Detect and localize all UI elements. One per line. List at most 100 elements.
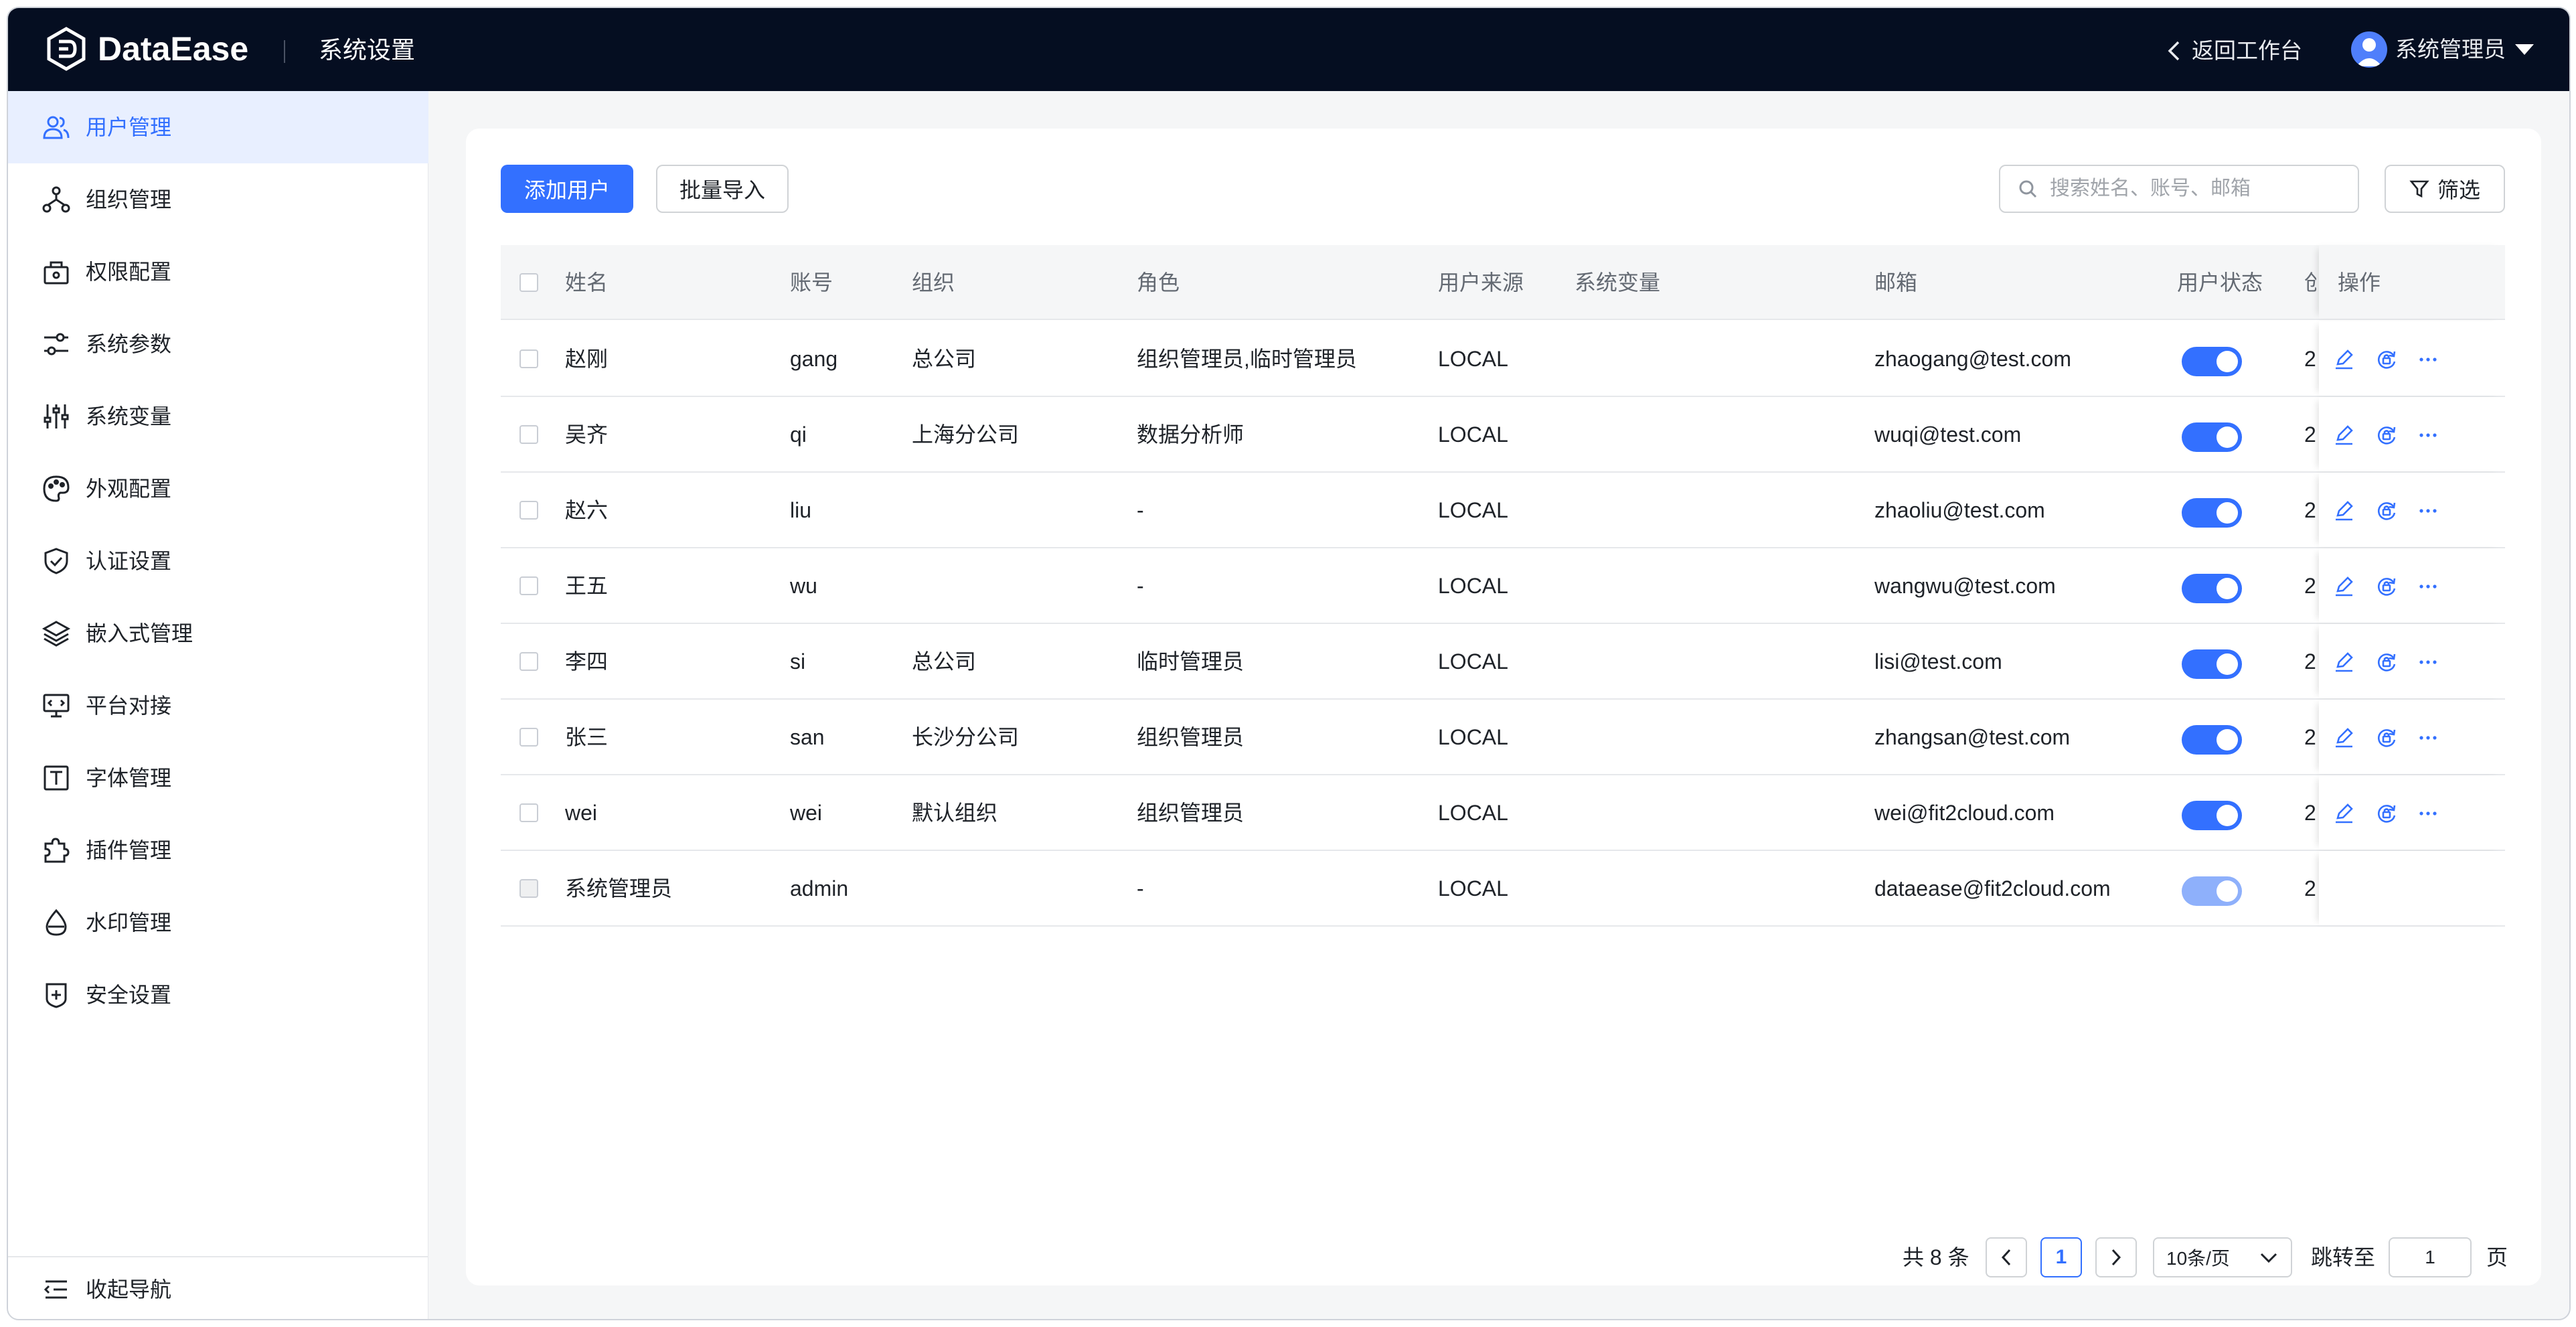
edit-icon[interactable] bbox=[2332, 726, 2355, 749]
column-header-created[interactable]: 创 bbox=[2304, 245, 2316, 320]
search-input[interactable] bbox=[2050, 177, 2344, 200]
page-size-select[interactable]: 10条/页 bbox=[2153, 1237, 2292, 1277]
actions-cell bbox=[2319, 775, 2505, 850]
column-header-org[interactable]: 组织 bbox=[912, 245, 955, 320]
cell-name: 李四 bbox=[565, 649, 609, 674]
sidebar-item-permission-config[interactable]: 权限配置 bbox=[8, 236, 428, 308]
reset-password-icon[interactable] bbox=[2375, 575, 2398, 598]
back-to-workbench-link[interactable]: 返回工作台 bbox=[2165, 35, 2302, 67]
toggle-knob bbox=[2217, 880, 2238, 902]
cell-org: 总公司 bbox=[912, 649, 977, 674]
edit-icon[interactable] bbox=[2332, 424, 2355, 447]
batch-import-button[interactable]: 批量导入 bbox=[656, 165, 789, 213]
user-status-toggle[interactable] bbox=[2182, 347, 2242, 376]
user-status-toggle[interactable] bbox=[2182, 725, 2242, 755]
user-status-toggle[interactable] bbox=[2182, 498, 2242, 528]
edit-icon[interactable] bbox=[2332, 802, 2355, 825]
jump-page-input[interactable] bbox=[2389, 1237, 2472, 1277]
sidebar-item-label: 安全设置 bbox=[86, 983, 172, 1007]
sidebar-item-watermark[interactable]: 水印管理 bbox=[8, 886, 428, 959]
cell-account: qi bbox=[790, 422, 807, 447]
sidebar-item-embedded[interactable]: 嵌入式管理 bbox=[8, 597, 428, 670]
page-number-1[interactable]: 1 bbox=[2040, 1237, 2082, 1277]
user-status-toggle[interactable] bbox=[2182, 801, 2242, 830]
column-header-role[interactable]: 角色 bbox=[1137, 245, 1180, 320]
column-header-email[interactable]: 邮箱 bbox=[1874, 245, 1917, 320]
row-checkbox[interactable] bbox=[519, 576, 538, 595]
add-user-button[interactable]: 添加用户 bbox=[501, 165, 633, 213]
toggle-knob bbox=[2217, 653, 2238, 675]
sidebar-item-label: 字体管理 bbox=[86, 766, 172, 790]
reset-password-icon[interactable] bbox=[2375, 348, 2398, 371]
brand-logo[interactable]: DataEase bbox=[44, 27, 248, 71]
sidebar-item-plugin[interactable]: 插件管理 bbox=[8, 814, 428, 886]
avatar bbox=[2351, 31, 2387, 68]
more-actions-icon[interactable] bbox=[2417, 802, 2439, 825]
user-name: 系统管理员 bbox=[2395, 37, 2506, 62]
user-status-toggle[interactable] bbox=[2182, 649, 2242, 679]
user-avatar-icon bbox=[2356, 38, 2382, 66]
toggle-knob bbox=[2217, 502, 2238, 524]
cell-name: 赵六 bbox=[565, 498, 609, 522]
next-page-button[interactable] bbox=[2095, 1237, 2137, 1277]
cell-role: 组织管理员,临时管理员 bbox=[1137, 347, 1357, 371]
table-row: 李四 si 总公司 临时管理员 LOCAL lisi@test.com 20 bbox=[501, 624, 2505, 700]
user-status-toggle[interactable] bbox=[2182, 422, 2242, 452]
sidebar-item-platform[interactable]: 平台对接 bbox=[8, 670, 428, 742]
prev-page-button[interactable] bbox=[1986, 1237, 2027, 1277]
sidebar-item-system-variables[interactable]: 系统变量 bbox=[8, 380, 428, 453]
column-header-name[interactable]: 姓名 bbox=[565, 245, 608, 320]
reset-password-icon[interactable] bbox=[2375, 802, 2398, 825]
row-checkbox[interactable] bbox=[519, 425, 538, 444]
collapse-nav-button[interactable]: 收起导航 bbox=[8, 1256, 428, 1319]
cell-account: si bbox=[790, 649, 806, 674]
actions-cell bbox=[2319, 321, 2505, 396]
more-actions-icon[interactable] bbox=[2417, 348, 2439, 371]
monitor-code-icon bbox=[43, 694, 70, 718]
more-actions-icon[interactable] bbox=[2417, 499, 2439, 522]
sidebar-item-user-management[interactable]: 用户管理 bbox=[8, 91, 428, 163]
row-checkbox[interactable] bbox=[519, 728, 538, 747]
row-checkbox[interactable] bbox=[519, 501, 538, 520]
reset-password-icon[interactable] bbox=[2375, 499, 2398, 522]
column-header-source[interactable]: 用户来源 bbox=[1438, 245, 1524, 320]
cell-source: LOCAL bbox=[1438, 422, 1508, 447]
row-checkbox[interactable] bbox=[519, 349, 538, 368]
column-header-variable[interactable]: 系统变量 bbox=[1575, 245, 1660, 320]
row-checkbox[interactable] bbox=[519, 652, 538, 671]
user-menu[interactable]: 系统管理员 bbox=[2351, 31, 2534, 68]
actions-cell bbox=[2319, 548, 2505, 623]
row-checkbox[interactable] bbox=[519, 803, 538, 822]
reset-password-icon[interactable] bbox=[2375, 651, 2398, 674]
more-actions-icon[interactable] bbox=[2417, 575, 2439, 598]
select-all-checkbox[interactable] bbox=[519, 273, 538, 292]
user-status-toggle[interactable] bbox=[2182, 574, 2242, 603]
toggle-knob bbox=[2217, 729, 2238, 751]
more-actions-icon[interactable] bbox=[2417, 726, 2439, 749]
sidebar-item-org-management[interactable]: 组织管理 bbox=[8, 163, 428, 236]
cell-email: lisi@test.com bbox=[1874, 649, 2002, 674]
sidebar-item-system-params[interactable]: 系统参数 bbox=[8, 308, 428, 380]
edit-icon[interactable] bbox=[2332, 348, 2355, 371]
user-list-card: 添加用户 批量导入 筛选 姓名 账号 组织 角色 用户来源 系统变量 邮箱 bbox=[466, 129, 2541, 1285]
column-header-status[interactable]: 用户状态 bbox=[2177, 245, 2263, 320]
sidebar-item-security[interactable]: 安全设置 bbox=[8, 959, 428, 1031]
reset-password-icon[interactable] bbox=[2375, 424, 2398, 447]
sidebar-item-auth-settings[interactable]: 认证设置 bbox=[8, 525, 428, 597]
sidebar-item-font[interactable]: 字体管理 bbox=[8, 742, 428, 814]
filter-button[interactable]: 筛选 bbox=[2385, 165, 2505, 213]
toggle-knob bbox=[2217, 578, 2238, 599]
edit-icon[interactable] bbox=[2332, 651, 2355, 674]
edit-icon[interactable] bbox=[2332, 499, 2355, 522]
more-actions-icon[interactable] bbox=[2417, 424, 2439, 447]
sidebar-item-label: 用户管理 bbox=[86, 115, 172, 139]
reset-password-icon[interactable] bbox=[2375, 726, 2398, 749]
shield-plus-icon bbox=[46, 983, 67, 1008]
edit-icon[interactable] bbox=[2332, 575, 2355, 598]
caret-down-icon bbox=[2515, 44, 2534, 55]
cell-created: 20 bbox=[2304, 574, 2316, 598]
sidebar-item-appearance[interactable]: 外观配置 bbox=[8, 453, 428, 525]
table-row: 赵六 liu - LOCAL zhaoliu@test.com 20 bbox=[501, 473, 2505, 548]
column-header-account[interactable]: 账号 bbox=[790, 245, 833, 320]
more-actions-icon[interactable] bbox=[2417, 651, 2439, 674]
